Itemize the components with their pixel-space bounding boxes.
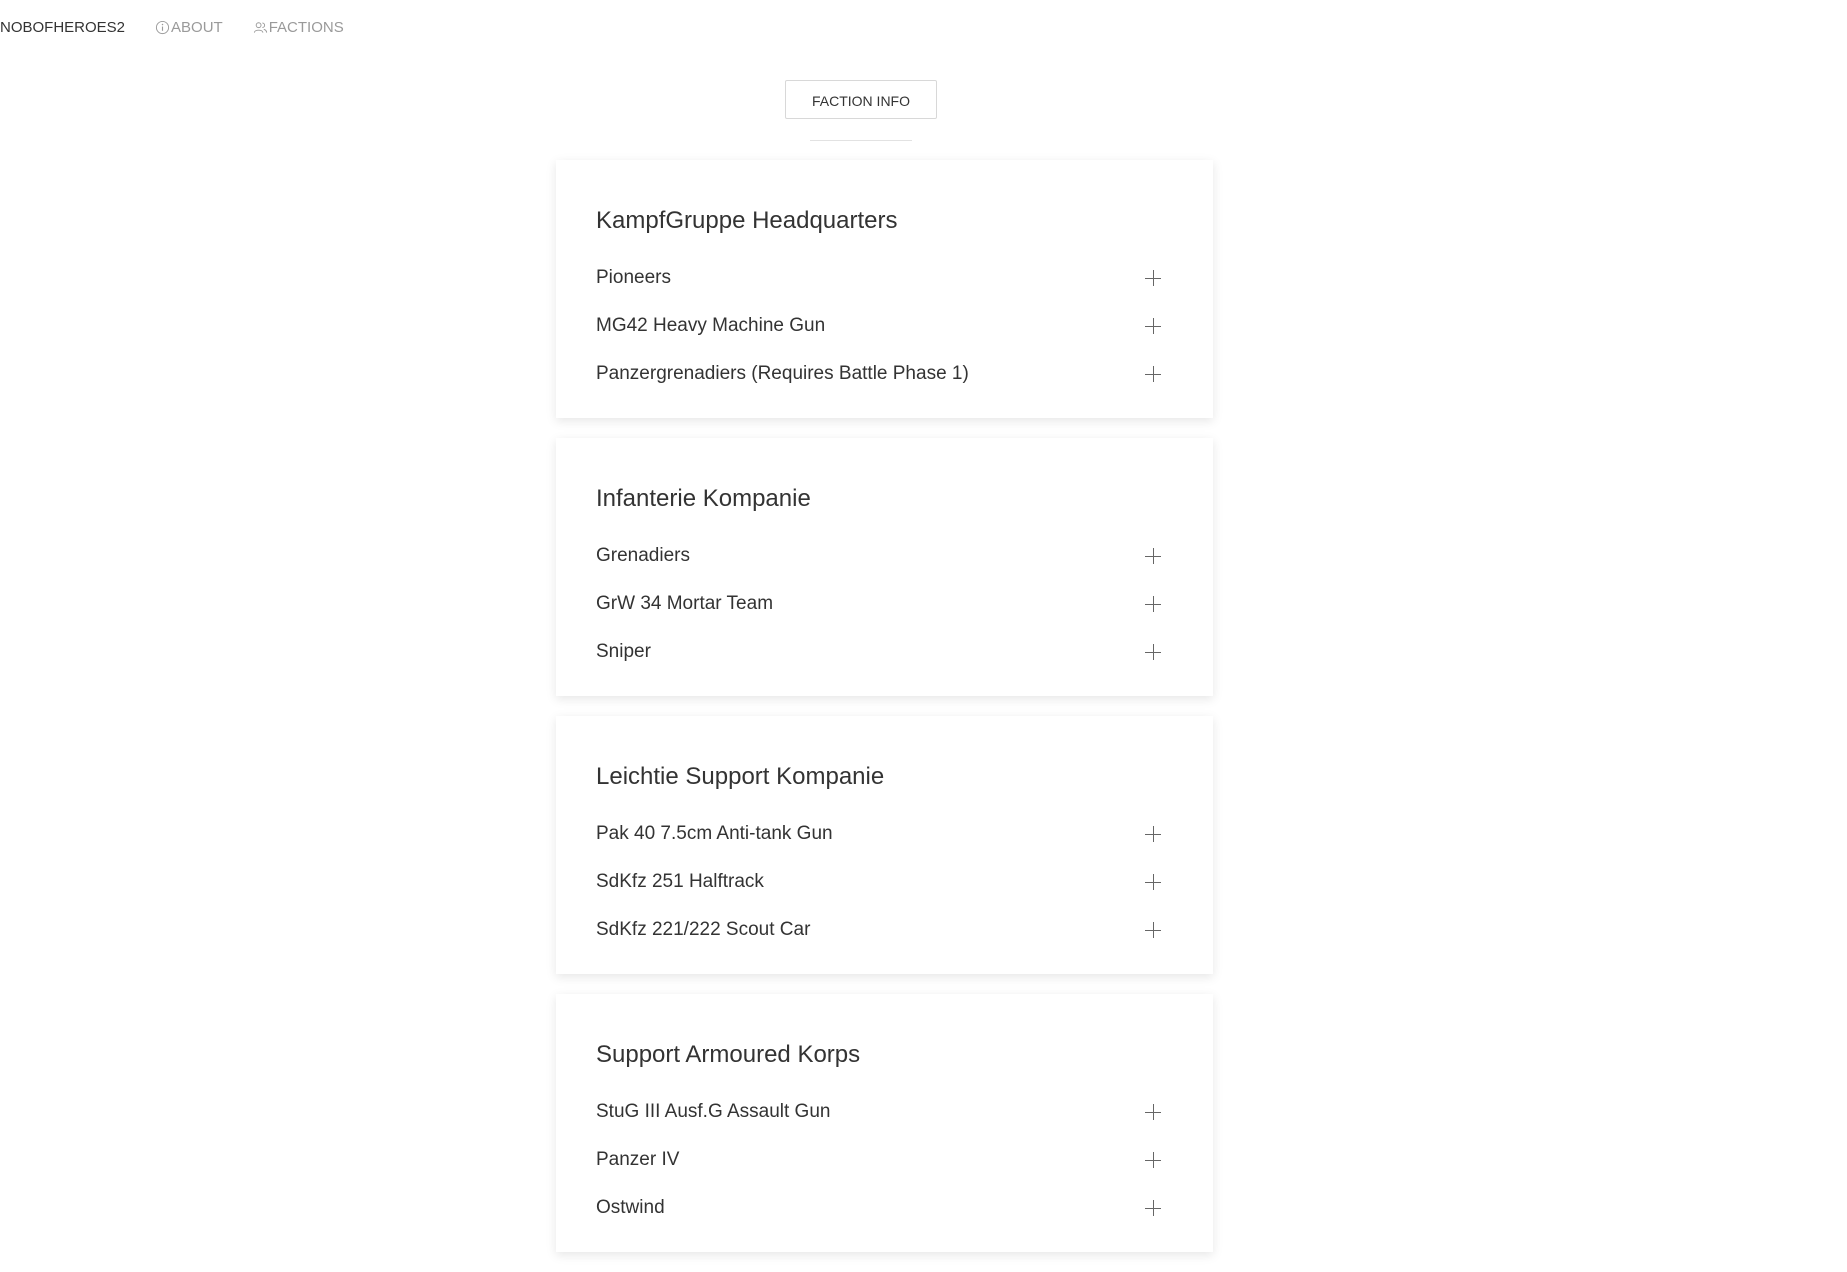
- unit-name: Panzergrenadiers (Requires Battle Phase …: [596, 363, 969, 384]
- plus-icon[interactable]: [1145, 548, 1161, 564]
- top-nav: NOBOFHEROES2 ABOUT FACTIONS: [0, 0, 1847, 54]
- nav-about-label: ABOUT: [171, 18, 223, 36]
- unit-row[interactable]: GrW 34 Mortar Team: [596, 580, 1173, 628]
- unit-row[interactable]: Panzer IV: [596, 1136, 1173, 1184]
- plus-icon[interactable]: [1145, 270, 1161, 286]
- section-card: Leichtie Support Kompanie Pak 40 7.5cm A…: [556, 716, 1213, 974]
- nav-factions-label: FACTIONS: [268, 18, 344, 36]
- plus-icon[interactable]: [1145, 1104, 1161, 1120]
- plus-icon[interactable]: [1145, 922, 1161, 938]
- unit-name: Grenadiers: [596, 545, 690, 566]
- unit-name: Sniper: [596, 641, 651, 662]
- unit-name: Pak 40 7.5cm Anti-tank Gun: [596, 823, 833, 844]
- unit-name: Ostwind: [596, 1197, 665, 1218]
- unit-row[interactable]: SdKfz 221/222 Scout Car: [596, 906, 1173, 954]
- nav-about-link[interactable]: ABOUT: [155, 19, 223, 36]
- unit-row[interactable]: Pak 40 7.5cm Anti-tank Gun: [596, 810, 1173, 858]
- unit-row[interactable]: MG42 Heavy Machine Gun: [596, 302, 1173, 350]
- info-icon: [155, 20, 170, 34]
- unit-row[interactable]: Grenadiers: [596, 532, 1173, 580]
- nav-factions-link[interactable]: FACTIONS: [253, 19, 344, 36]
- unit-name: SdKfz 251 Halftrack: [596, 871, 764, 892]
- plus-icon[interactable]: [1145, 644, 1161, 660]
- unit-row[interactable]: SdKfz 251 Halftrack: [596, 858, 1173, 906]
- plus-icon[interactable]: [1145, 874, 1161, 890]
- section-list: KampfGruppe Headquarters Pioneers MG42 H…: [556, 160, 1213, 1272]
- section-card: Infanterie Kompanie Grenadiers GrW 34 Mo…: [556, 438, 1213, 696]
- users-icon: [253, 21, 267, 33]
- unit-row[interactable]: Pioneers: [596, 254, 1173, 302]
- brand-link[interactable]: NOBOFHEROES2: [0, 19, 125, 36]
- divider: [810, 140, 912, 141]
- unit-row[interactable]: Sniper: [596, 628, 1173, 676]
- unit-row[interactable]: Panzergrenadiers (Requires Battle Phase …: [596, 350, 1173, 398]
- unit-row[interactable]: StuG III Ausf.G Assault Gun: [596, 1088, 1173, 1136]
- faction-info-button[interactable]: FACTION INFO: [785, 80, 937, 119]
- section-title: KampfGruppe Headquarters: [596, 207, 898, 234]
- unit-name: StuG III Ausf.G Assault Gun: [596, 1101, 831, 1122]
- section-title: Leichtie Support Kompanie: [596, 763, 885, 790]
- unit-name: Pioneers: [596, 267, 671, 288]
- section-card: KampfGruppe Headquarters Pioneers MG42 H…: [556, 160, 1213, 418]
- unit-name: Panzer IV: [596, 1149, 680, 1170]
- section-title: Support Armoured Korps: [596, 1041, 861, 1068]
- plus-icon[interactable]: [1145, 366, 1161, 382]
- plus-icon[interactable]: [1145, 1152, 1161, 1168]
- unit-name: MG42 Heavy Machine Gun: [596, 315, 826, 336]
- plus-icon[interactable]: [1145, 318, 1161, 334]
- plus-icon[interactable]: [1145, 1200, 1161, 1216]
- plus-icon[interactable]: [1145, 826, 1161, 842]
- section-card: Support Armoured Korps StuG III Ausf.G A…: [556, 994, 1213, 1252]
- section-title: Infanterie Kompanie: [596, 485, 811, 512]
- unit-name: SdKfz 221/222 Scout Car: [596, 919, 811, 940]
- unit-row[interactable]: Ostwind: [596, 1184, 1173, 1232]
- unit-name: GrW 34 Mortar Team: [596, 593, 774, 614]
- plus-icon[interactable]: [1145, 596, 1161, 612]
